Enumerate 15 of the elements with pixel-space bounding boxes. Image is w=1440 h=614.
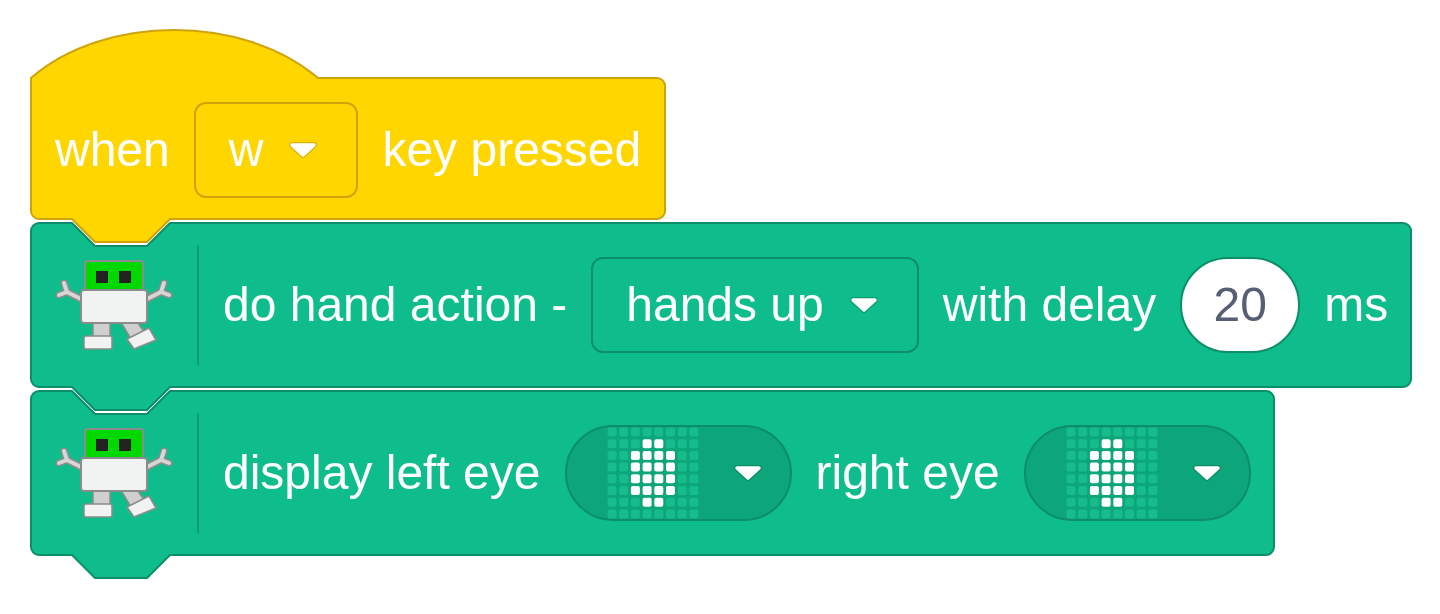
block-label: key pressed (382, 122, 642, 178)
caret-icon (732, 464, 763, 482)
block-label: right eye (815, 445, 1000, 501)
robot-icon (55, 259, 173, 351)
caret-icon (848, 296, 879, 314)
robot-icon (55, 427, 173, 519)
caret-icon (288, 141, 319, 159)
block-label: display left eye (223, 445, 541, 501)
caret-icon (1191, 464, 1222, 482)
block-label: do hand action - (223, 277, 568, 333)
dropdown-field[interactable]: w (193, 102, 359, 198)
block-label: when (55, 122, 170, 178)
block-label: ms (1324, 277, 1389, 333)
block-label: with delay (942, 277, 1157, 333)
dropdown-field[interactable]: hands up (591, 257, 919, 353)
